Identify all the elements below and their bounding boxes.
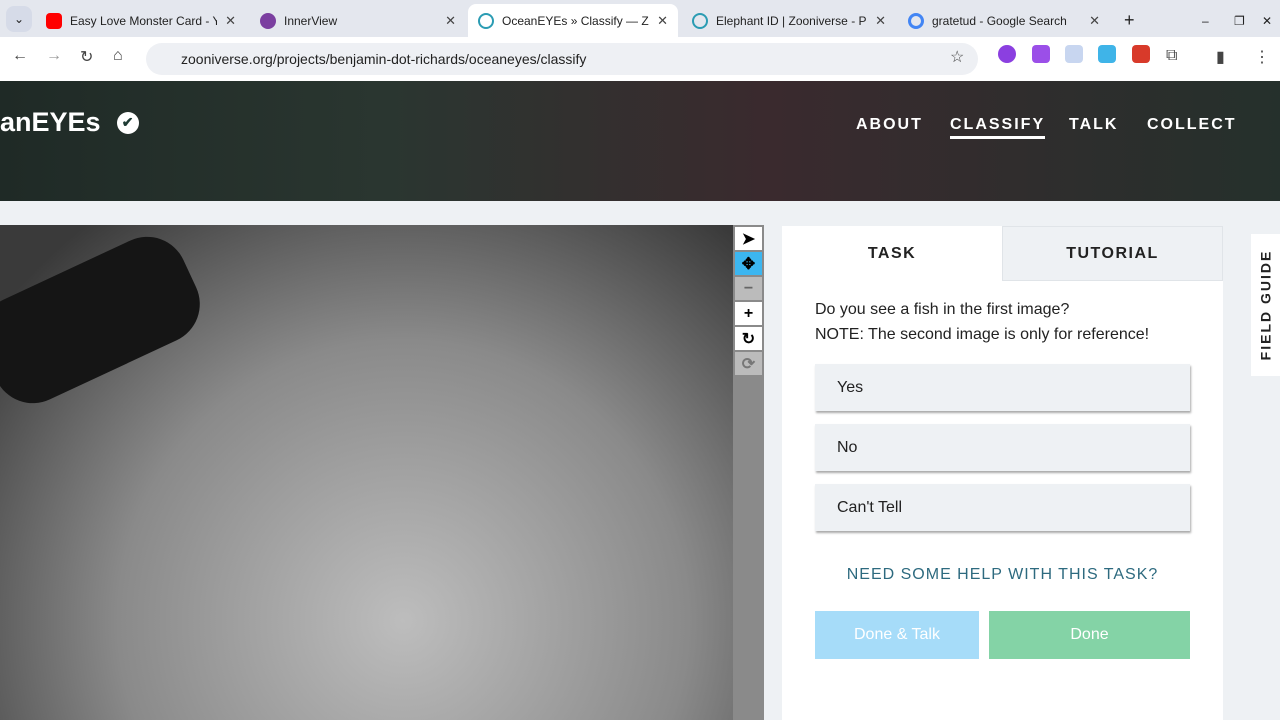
close-tab-icon[interactable]: ✕: [657, 13, 668, 29]
nav-talk[interactable]: TALK: [1069, 116, 1118, 134]
url-input[interactable]: zooniverse.org/projects/benjamin-dot-ric…: [146, 43, 978, 75]
nav-classify[interactable]: CLASSIFY: [950, 116, 1046, 139]
zooniverse-icon: [692, 12, 708, 29]
tab-3[interactable]: Elephant ID | Zooniverse - Pec ✕: [682, 4, 896, 37]
answer-yes[interactable]: Yes: [815, 364, 1190, 411]
tab-bar: ⌄ Easy Love Monster Card - You ✕ InnerVie…: [0, 0, 1280, 37]
side-panel-icon[interactable]: ▮: [1216, 47, 1225, 67]
answer-cant-tell[interactable]: Can't Tell: [815, 484, 1190, 531]
move-tool-icon[interactable]: ✥: [735, 252, 762, 275]
camera-housing: [0, 225, 213, 417]
zoom-out-icon[interactable]: −: [735, 277, 762, 300]
close-tab-icon[interactable]: ✕: [875, 13, 886, 29]
nav-collect[interactable]: COLLECT: [1147, 116, 1237, 134]
extension-puzzle-icon[interactable]: [1032, 45, 1050, 63]
forward-icon[interactable]: →: [46, 47, 62, 65]
answer-no[interactable]: No: [815, 424, 1190, 471]
extension-download-icon[interactable]: [1098, 45, 1116, 63]
tab-task[interactable]: TASK: [782, 226, 1002, 281]
restore-button[interactable]: ❐: [1224, 4, 1255, 37]
zoom-in-icon[interactable]: +: [735, 302, 762, 325]
address-bar: ← → ↻ ⌂ zooniverse.org/projects/benjamin…: [0, 37, 1280, 81]
verified-check-icon: ✔: [116, 111, 139, 134]
extension-red-icon[interactable]: [1132, 45, 1150, 63]
close-window-button[interactable]: ✕: [1252, 4, 1280, 37]
project-title[interactable]: anEYEs ✔: [0, 107, 139, 138]
tab-1[interactable]: InnerView ✕: [250, 4, 466, 37]
extensions-icon[interactable]: ⧉: [1166, 47, 1177, 65]
help-link[interactable]: NEED SOME HELP WITH THIS TASK?: [782, 566, 1223, 584]
nav-about[interactable]: ABOUT: [856, 116, 923, 134]
home-icon[interactable]: ⌂: [113, 47, 123, 65]
project-header: anEYEs ✔ ABOUT CLASSIFY TALK COLLECT: [0, 81, 1280, 201]
task-note: NOTE: The second image is only for refer…: [815, 326, 1150, 343]
image-toolbar: ➤ ✥ − + ↻ ⟳: [733, 225, 764, 720]
close-tab-icon[interactable]: ✕: [225, 13, 236, 29]
extension-book-icon[interactable]: [1065, 45, 1083, 63]
youtube-icon: [46, 12, 62, 29]
task-panel: TASK TUTORIAL Do you see a fish in the f…: [782, 226, 1223, 720]
back-icon[interactable]: ←: [12, 47, 28, 65]
minimize-button[interactable]: –: [1192, 4, 1219, 37]
subject-image[interactable]: [0, 225, 733, 720]
done-button[interactable]: Done: [989, 611, 1190, 659]
bookmark-star-icon[interactable]: ☆: [950, 47, 964, 67]
done-and-talk-button[interactable]: Done & Talk: [815, 611, 979, 659]
tab-tutorial[interactable]: TUTORIAL: [1002, 226, 1223, 281]
extension-k-icon[interactable]: [998, 45, 1016, 63]
rotate-icon[interactable]: ↻: [735, 327, 762, 350]
close-tab-icon[interactable]: ✕: [1089, 13, 1100, 29]
google-icon: [908, 12, 924, 29]
close-tab-icon[interactable]: ✕: [445, 13, 456, 29]
new-tab-button[interactable]: +: [1114, 4, 1145, 37]
pointer-tool-icon[interactable]: ➤: [735, 227, 762, 250]
tab-search-button[interactable]: ⌄: [6, 6, 32, 32]
reset-icon[interactable]: ⟳: [735, 352, 762, 375]
innerview-icon: [260, 12, 276, 29]
reload-icon[interactable]: ↻: [80, 47, 93, 67]
field-guide-button[interactable]: FIELD GUIDE: [1251, 234, 1280, 376]
zooniverse-icon: [478, 12, 494, 29]
tab-4[interactable]: gratetud - Google Search ✕: [898, 4, 1110, 37]
menu-icon[interactable]: ⋮: [1254, 47, 1270, 67]
tab-0[interactable]: Easy Love Monster Card - You ✕: [36, 4, 246, 37]
task-question: Do you see a fish in the first image?: [815, 301, 1070, 318]
tab-2[interactable]: OceanEYEs » Classify — Zoon✕: [468, 4, 678, 37]
